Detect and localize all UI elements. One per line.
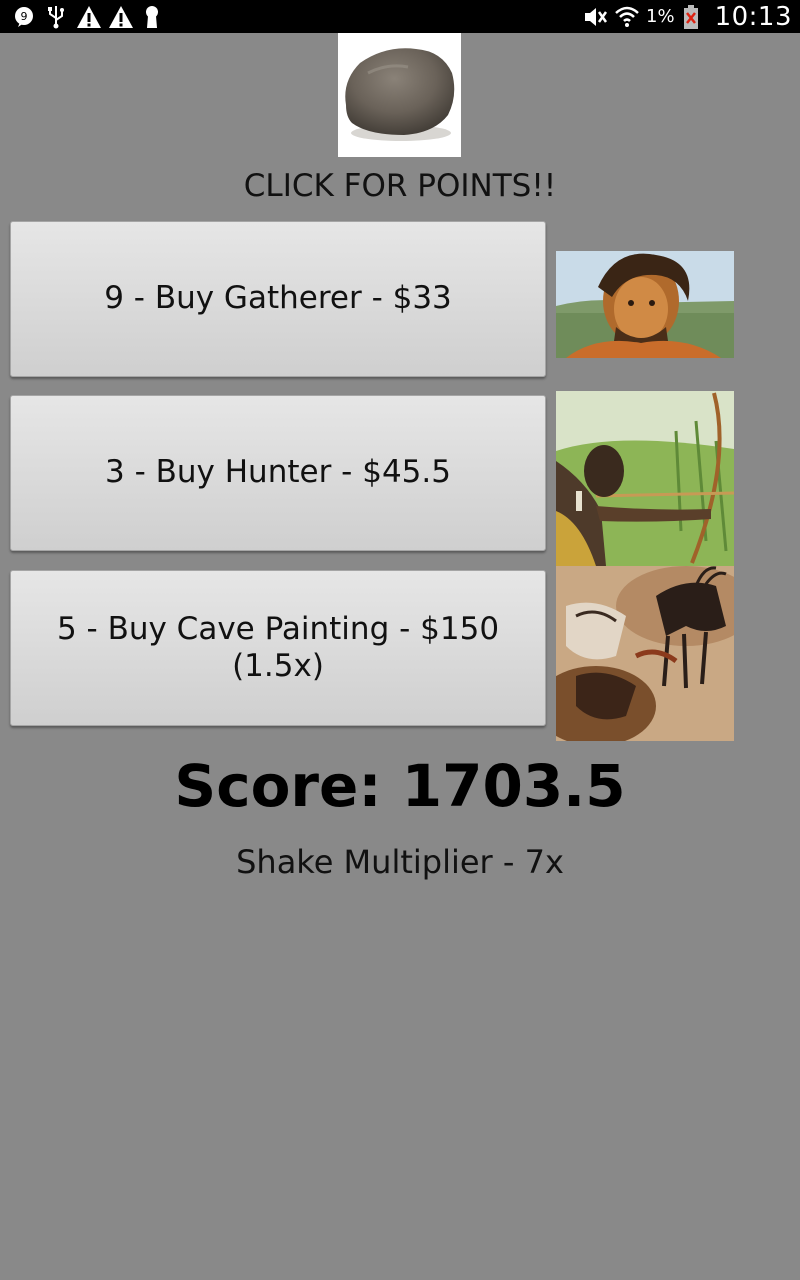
notification-icons: 9: [12, 3, 164, 31]
cave-painting-image: [556, 566, 734, 741]
score-text: Score: 1703.5: [174, 752, 626, 820]
usb-icon: [44, 4, 68, 30]
buy-hunter-label: 3 - Buy Hunter - $45.5: [105, 454, 451, 491]
buy-hunter-button[interactable]: 3 - Buy Hunter - $45.5: [10, 395, 546, 551]
shake-multiplier-text: Shake Multiplier - 7x: [236, 843, 564, 881]
gatherer-image: [556, 251, 734, 358]
system-icons: 1% 10:13: [582, 0, 792, 33]
wifi-icon: [614, 4, 639, 30]
warning-icon: [76, 4, 101, 30]
buy-cave-painting-label: 5 - Buy Cave Painting - $150 (1.5x): [56, 610, 500, 684]
warning-icon: [108, 4, 133, 30]
hunter-image: [556, 391, 734, 566]
buy-gatherer-button[interactable]: 9 - Buy Gatherer - $33: [10, 221, 546, 377]
buy-gatherer-label: 9 - Buy Gatherer - $33: [104, 280, 452, 317]
battery-low-icon: [683, 4, 707, 30]
svg-text:9: 9: [21, 10, 28, 23]
battery-percent: 1%: [646, 6, 675, 27]
rock-icon: [345, 48, 455, 141]
headline: CLICK FOR POINTS!!: [243, 168, 557, 204]
chat-icon: 9: [12, 4, 36, 30]
rock-button[interactable]: [338, 33, 461, 157]
buy-cave-painting-button[interactable]: 5 - Buy Cave Painting - $150 (1.5x): [10, 570, 546, 726]
keyhole-icon: [140, 4, 164, 30]
clock: 10:13: [714, 1, 792, 32]
status-bar: 9 1% 10:13: [0, 0, 800, 33]
mute-icon: [582, 4, 608, 30]
